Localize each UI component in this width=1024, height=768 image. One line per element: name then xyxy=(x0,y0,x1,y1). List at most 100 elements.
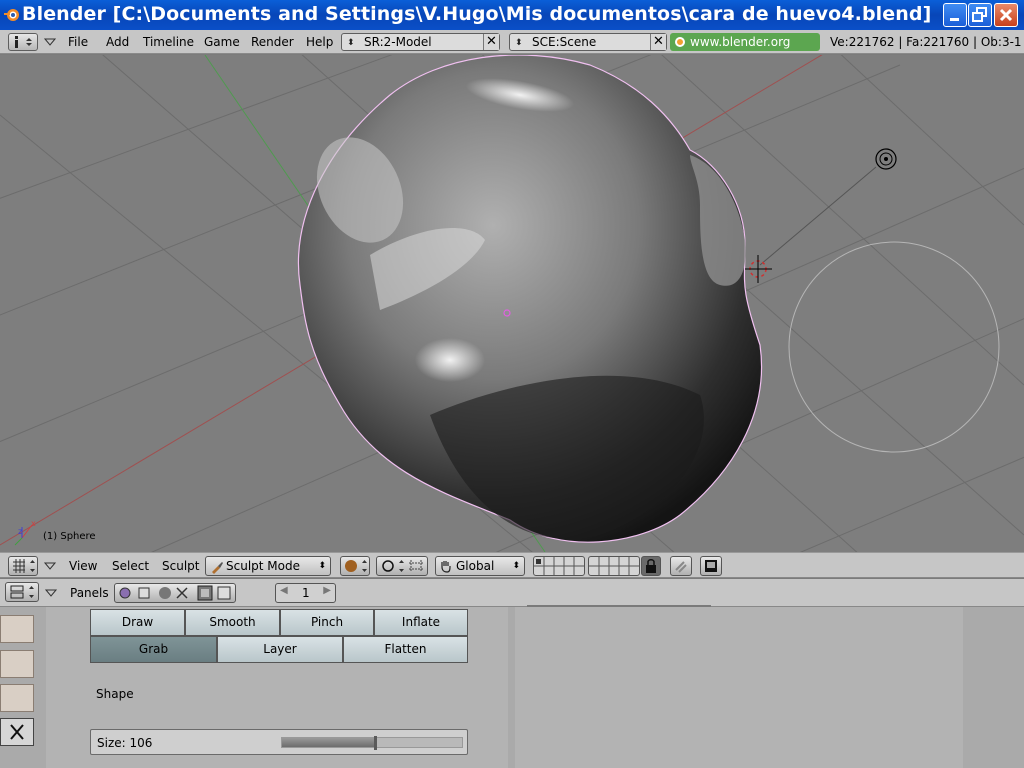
updown-icon: ⬍ xyxy=(512,561,520,571)
brush-size-track[interactable] xyxy=(281,736,463,750)
buttons-window-icon xyxy=(10,585,34,599)
draw-type-button[interactable] xyxy=(340,556,370,576)
menu-sculpt[interactable]: Sculpt xyxy=(162,559,199,573)
tool-grab-button[interactable]: Grab xyxy=(90,636,217,663)
lamp-icon[interactable] xyxy=(875,148,897,170)
blender-logo-icon xyxy=(4,9,19,21)
decrement-icon[interactable]: ◀ xyxy=(280,585,288,596)
menu-view[interactable]: View xyxy=(69,559,97,573)
window-type-button[interactable] xyxy=(8,33,38,51)
pivot-icon xyxy=(382,560,423,572)
brush-icon xyxy=(212,562,223,574)
magnet-icon xyxy=(675,561,687,573)
close-icon xyxy=(10,724,24,740)
brush-size-label: Size: 106 xyxy=(97,736,153,750)
buttons-window: Draw Smooth Pinch Inflate Grab Layer Fla… xyxy=(0,605,1024,768)
pivot-button[interactable] xyxy=(376,556,428,576)
view3d-header: View Select Sculpt Sculpt Mode ⬍ Global … xyxy=(0,552,1024,578)
frame-number-value: 1 xyxy=(302,586,310,600)
increment-icon[interactable]: ▶ xyxy=(323,585,331,596)
side-tab-3[interactable] xyxy=(0,684,34,712)
shading-icon xyxy=(345,560,367,572)
info-icon xyxy=(15,36,32,48)
tool-draw-button[interactable]: Draw xyxy=(90,609,185,636)
lock-layers-button[interactable] xyxy=(641,556,661,576)
layer-buttons-2[interactable] xyxy=(588,556,640,576)
close-window-button[interactable] xyxy=(994,3,1018,27)
frame-number-field[interactable]: ◀ 1 ▶ xyxy=(275,583,336,603)
tool-flatten-button[interactable]: Flatten xyxy=(343,636,468,663)
circle-object[interactable] xyxy=(788,241,1000,453)
scene-stats: Ve:221762 | Fa:221760 | Ob:3-1 xyxy=(830,35,1022,49)
orientation-selector-value: Global xyxy=(456,559,495,573)
brush-size-handle[interactable] xyxy=(374,736,377,750)
close-icon xyxy=(999,8,1013,22)
shape-section-label: Shape xyxy=(96,687,134,701)
mode-selector[interactable]: Sculpt Mode ⬍ xyxy=(205,556,331,576)
layers-grid-icon xyxy=(534,557,584,575)
updown-icon: ⬍ xyxy=(347,38,355,48)
tool-smooth-button[interactable]: Smooth xyxy=(185,609,280,636)
buttons-editor-type[interactable] xyxy=(5,582,39,602)
active-object-label: (1) Sphere xyxy=(43,531,96,542)
window-title: Blender [C:\Documents and Settings\V.Hug… xyxy=(22,3,932,25)
close-panel-button[interactable] xyxy=(0,718,34,746)
minimize-icon xyxy=(950,18,959,21)
axis-z-label: z xyxy=(18,527,22,536)
grid-view-icon xyxy=(13,559,35,573)
restore-icon xyxy=(972,7,987,22)
lock-icon xyxy=(646,559,656,573)
panels-label: Panels xyxy=(70,586,109,600)
sculpt-options-panel xyxy=(515,605,963,768)
brush-size-slider[interactable]: Size: 106 xyxy=(90,729,468,755)
scene-selector[interactable]: ⬍ SCE:Scene ✕ xyxy=(509,33,667,51)
delete-screen-button[interactable]: ✕ xyxy=(483,34,499,50)
tool-pinch-button[interactable]: Pinch xyxy=(280,609,374,636)
mode-selector-value: Sculpt Mode xyxy=(226,559,300,573)
axis-x-label: x xyxy=(31,519,36,528)
buttons-header: Panels ◀ 1 ▶ xyxy=(0,579,1024,607)
tool-inflate-button[interactable]: Inflate xyxy=(374,609,468,636)
blender-dot-icon xyxy=(675,37,685,47)
context-icons xyxy=(119,585,231,601)
blender-website-link[interactable]: www.blender.org 249.2 xyxy=(670,33,820,67)
menu-add[interactable]: Add xyxy=(106,35,129,49)
lamp-direction-line xyxy=(759,166,877,266)
menu-help[interactable]: Help xyxy=(306,35,333,49)
collapse-menu-icon[interactable] xyxy=(44,562,56,570)
menu-timeline[interactable]: Timeline xyxy=(143,35,194,49)
info-header: File Add Timeline Game Render Help ⬍ SR:… xyxy=(0,30,1024,67)
menu-select[interactable]: Select xyxy=(112,559,149,573)
maximize-button[interactable] xyxy=(968,3,992,27)
screen-selector[interactable]: ⬍ SR:2-Model ✕ xyxy=(341,33,500,51)
side-tab-2[interactable] xyxy=(0,650,34,678)
3d-viewport[interactable]: z x (1) Sphere xyxy=(0,55,1024,552)
collapse-menu-icon[interactable] xyxy=(44,38,56,46)
snap-button[interactable] xyxy=(670,556,692,576)
updown-icon: ⬍ xyxy=(318,561,326,571)
window-titlebar: Blender [C:\Documents and Settings\V.Hug… xyxy=(0,0,1024,30)
menu-game[interactable]: Game xyxy=(204,35,240,49)
orientation-selector[interactable]: Global ⬍ xyxy=(435,556,525,576)
screen-selector-value: SR:2-Model xyxy=(364,35,432,49)
minimize-button[interactable] xyxy=(943,3,967,27)
scene-selector-value: SCE:Scene xyxy=(532,35,597,49)
menu-render[interactable]: Render xyxy=(251,35,294,49)
layer-buttons-1[interactable] xyxy=(533,556,585,576)
layers-grid-icon xyxy=(589,557,639,575)
panel-divider xyxy=(527,605,711,607)
collapse-menu-icon[interactable] xyxy=(45,589,57,597)
viewport-canvas[interactable]: z x xyxy=(0,55,1024,552)
menu-file[interactable]: File xyxy=(68,35,88,49)
tool-layer-button[interactable]: Layer xyxy=(217,636,343,663)
render-preview-button[interactable] xyxy=(700,556,722,576)
context-buttons[interactable] xyxy=(114,583,236,603)
3d-cursor-icon xyxy=(745,255,772,283)
hand-icon xyxy=(441,561,451,573)
editor-type-button[interactable] xyxy=(8,556,38,576)
updown-icon: ⬍ xyxy=(515,38,523,48)
chin-highlight xyxy=(415,338,485,382)
delete-scene-button[interactable]: ✕ xyxy=(650,34,666,50)
render-icon xyxy=(705,560,717,572)
side-tab-1[interactable] xyxy=(0,615,34,643)
